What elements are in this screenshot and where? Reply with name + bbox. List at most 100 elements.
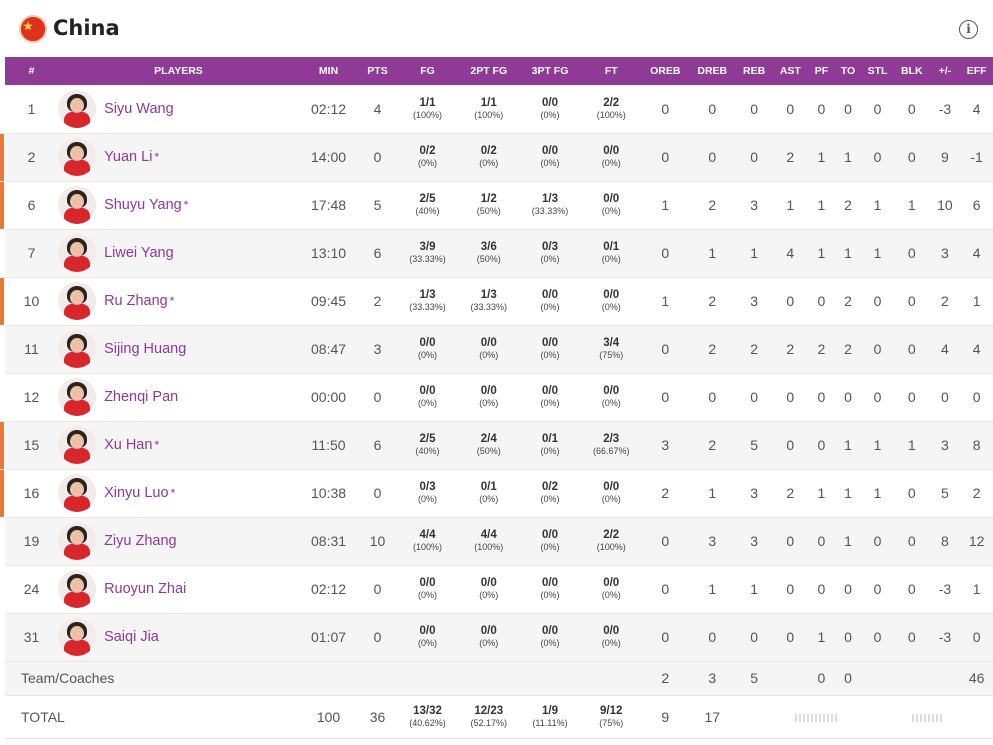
stat-dreb: 3 <box>708 533 717 549</box>
col-header[interactable]: FT <box>581 57 642 85</box>
col-header[interactable]: MIN <box>299 57 358 85</box>
player-name-link[interactable]: Ziyu Zhang <box>104 533 177 549</box>
player-cell[interactable]: Saiqi Jia <box>58 613 299 661</box>
stat-pts: 0 <box>373 485 382 501</box>
player-cell[interactable]: Xu Han * <box>58 421 299 469</box>
stat-fg-value: 0/2 <box>419 145 436 157</box>
col-header[interactable]: EFF <box>960 57 993 85</box>
stat-stl: 0 <box>873 389 882 405</box>
stat-3pt-value: 0/0 <box>541 337 558 349</box>
col-header[interactable]: PTS <box>358 57 397 85</box>
stat-ft-pct: (0%) <box>601 590 621 600</box>
stat-ast: 0 <box>786 293 795 309</box>
stat-ft-value: 2/3 <box>603 433 620 445</box>
col-header[interactable]: # <box>5 57 58 85</box>
stat-ft: 0/0 (0%) <box>581 565 642 613</box>
team-coaches-label: Team/Coaches <box>21 670 115 686</box>
col-header[interactable]: TO <box>835 57 862 85</box>
stat-3pt-value: 0/0 <box>541 625 558 637</box>
col-header[interactable]: PF <box>808 57 835 85</box>
player-avatar <box>58 570 97 608</box>
stat-ft-value: 0/0 <box>603 625 620 637</box>
stat-oreb: 0 <box>661 100 670 117</box>
player-avatar <box>58 426 97 464</box>
player-name-link[interactable]: Xu Han <box>104 437 152 453</box>
stat-ft: 0/0 (0%) <box>581 277 642 325</box>
stat-3pt: 0/0 (0%) <box>519 277 580 325</box>
player-name-link[interactable]: Liwei Yang <box>104 245 174 261</box>
player-cell[interactable]: Sijing Huang <box>58 325 299 373</box>
col-header[interactable]: 3PT FG <box>519 57 580 85</box>
col-header[interactable]: PLAYERS <box>58 57 299 85</box>
player-name-link[interactable]: Yuan Li <box>104 149 152 165</box>
stat-fg: 0/0 (0%) <box>397 565 458 613</box>
player-cell[interactable]: Ziyu Zhang <box>58 517 299 565</box>
col-header[interactable]: STL <box>861 57 894 85</box>
player-name-link[interactable]: Ruoyun Zhai <box>104 581 186 597</box>
col-header[interactable]: DREB <box>689 57 736 85</box>
player-name-link[interactable]: Sijing Huang <box>104 341 186 357</box>
player-cell[interactable]: Siyu Wang <box>58 85 299 133</box>
stat-pf: 1 <box>817 629 826 645</box>
stat-pts: 0 <box>373 581 382 597</box>
total-2pt-pct: (52.17%) <box>470 717 508 728</box>
player-name-link[interactable]: Siyu Wang <box>104 101 174 117</box>
stat-pm: 3 <box>941 245 949 261</box>
stat-min: 00:00 <box>311 389 347 405</box>
col-header[interactable]: BLK <box>894 57 930 85</box>
player-cell[interactable]: Zhenqi Pan <box>58 373 299 421</box>
stat-min: 08:47 <box>311 341 347 357</box>
total-min: 100 <box>316 708 341 725</box>
stat-3pt: 0/0 (0%) <box>519 517 580 565</box>
stat-3pt-pct: (0%) <box>540 254 560 264</box>
stat-blk: 0 <box>907 149 916 165</box>
col-header[interactable]: OREB <box>642 57 689 85</box>
player-name-link[interactable]: Xinyu Luo <box>104 485 169 501</box>
stat-ast: 2 <box>786 149 795 165</box>
stat-reb: 3 <box>750 533 758 549</box>
col-header[interactable]: AST <box>772 57 808 85</box>
player-avatar <box>58 138 97 176</box>
col-header[interactable]: +/- <box>930 57 961 85</box>
starter-indicator <box>0 421 4 469</box>
stat-to: 0 <box>844 389 852 405</box>
stat-pm: 4 <box>941 341 949 357</box>
stat-eff: 4 <box>972 245 981 261</box>
player-name-link[interactable]: Ru Zhang <box>104 293 168 309</box>
player-cell[interactable]: Ruoyun Zhai <box>58 565 299 613</box>
stat-fg-pct: (100%) <box>413 109 443 120</box>
player-cell[interactable]: Liwei Yang <box>58 229 299 277</box>
player-name-link[interactable]: Shuyu Yang <box>104 197 182 213</box>
stat-pf: 0 <box>817 389 826 405</box>
starter-indicator <box>0 469 4 517</box>
stat-reb: 1 <box>750 245 758 261</box>
stat-2pt: 0/0 (0%) <box>458 373 519 421</box>
col-header[interactable]: FG <box>397 57 458 85</box>
table-row: 31 Saiqi Jia 01:07 0 0/0 (0%) 0/0 (0%) 0/0 (0%) 0/… <box>5 613 993 661</box>
player-cell[interactable]: Shuyu Yang * <box>58 181 299 229</box>
total-fg-pct: (40.62%) <box>409 717 446 728</box>
stat-ft-value: 0/0 <box>603 145 620 157</box>
player-cell[interactable]: Yuan Li * <box>58 133 299 181</box>
stat-fg-pct: (40%) <box>415 446 440 456</box>
total-fg-value: 13/32 <box>413 704 442 717</box>
player-name-link[interactable]: Saiqi Jia <box>104 629 159 645</box>
stat-ft-value: 3/4 <box>603 337 620 349</box>
stat-fg-pct: (0%) <box>418 398 438 408</box>
stat-min: 10:38 <box>311 485 347 501</box>
stat-ft-value: 0/1 <box>603 241 620 253</box>
player-cell[interactable]: Ru Zhang * <box>58 277 299 325</box>
table-row: 19 Ziyu Zhang 08:31 10 4/4 (100%) 4/4 (100%) 0/0… <box>5 517 993 565</box>
jersey-number: 2 <box>0 133 58 181</box>
stat-reb: 0 <box>750 389 758 405</box>
stat-3pt-pct: (0%) <box>540 590 560 600</box>
player-cell[interactable]: Xinyu Luo * <box>58 469 299 517</box>
stat-fg-value: 0/0 <box>419 577 436 589</box>
col-header[interactable]: 2PT FG <box>458 57 519 85</box>
starter-indicator <box>0 181 4 229</box>
info-icon[interactable]: i <box>959 20 978 39</box>
stat-3pt-pct: (0%) <box>540 398 560 408</box>
stat-reb: 1 <box>750 581 758 597</box>
col-header[interactable]: REB <box>736 57 773 85</box>
player-name-link[interactable]: Zhenqi Pan <box>104 389 178 405</box>
